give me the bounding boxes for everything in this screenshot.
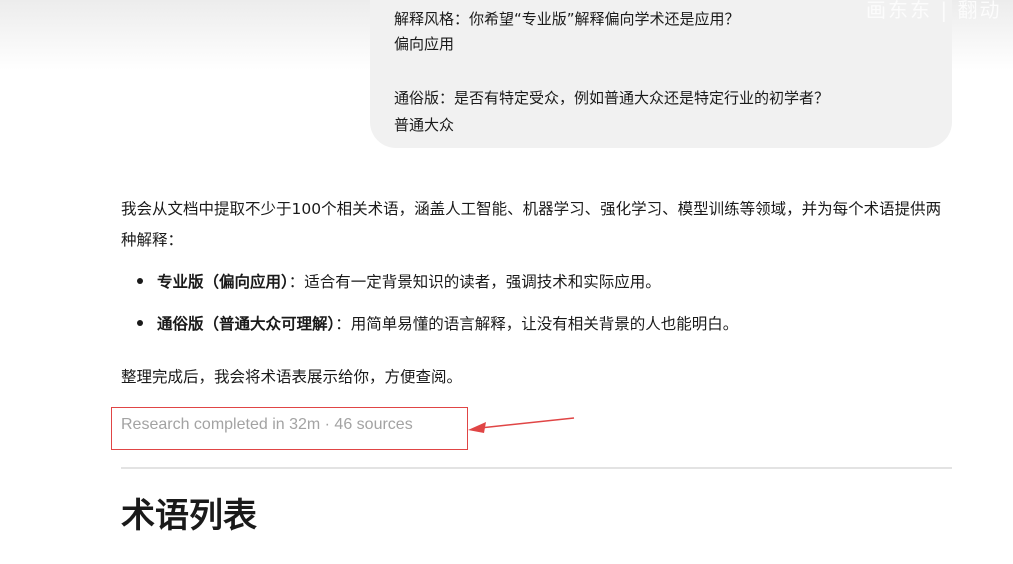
list-item: 专业版（偏向应用）：适合有一定背景知识的读者，强调技术和实际应用。 (121, 271, 661, 293)
bullet-dot (137, 278, 143, 284)
chat-page: 解释风格：你希望“专业版”解释偏向学术还是应用？ 偏向应用 通俗版：是否有特定受… (0, 0, 1013, 564)
bullet-text: ：用简单易懂的语言解释，让没有相关背景的人也能明白。 (335, 315, 739, 333)
user-message-bubble: 解释风格：你希望“专业版”解释偏向学术还是应用？ 偏向应用 通俗版：是否有特定受… (370, 0, 952, 148)
section-heading: 术语列表 (121, 496, 257, 536)
audience-question: 通俗版：是否有特定受众，例如普通大众还是特定行业的初学者？ (394, 89, 830, 107)
style-answer: 偏向应用 (394, 35, 455, 53)
watermark: 画东东 | 翻动 (866, 0, 1002, 22)
style-question: 解释风格：你希望“专业版”解释偏向学术还是应用？ (394, 10, 740, 28)
bullet-title: 通俗版（普通大众可理解） (157, 315, 336, 333)
reply-intro: 我会从文档中提取不少于100个相关术语，涵盖人工智能、机器学习、强化学习、模型训… (121, 200, 942, 249)
audience-answer: 普通大众 (394, 116, 455, 134)
annotation-arrow-icon (468, 417, 575, 433)
list-item: 通俗版（普通大众可理解）：用简单易懂的语言解释，让没有相关背景的人也能明白。 (121, 313, 738, 335)
bullet-title: 专业版（偏向应用） (157, 273, 289, 291)
bullet-dot (137, 320, 143, 326)
divider (121, 467, 952, 469)
reply-outro: 整理完成后，我会将术语表展示给你，方便查阅。 (121, 368, 463, 386)
annotation-highlight-box (111, 407, 468, 450)
bullet-text: ：适合有一定背景知识的读者，强调技术和实际应用。 (288, 273, 661, 291)
